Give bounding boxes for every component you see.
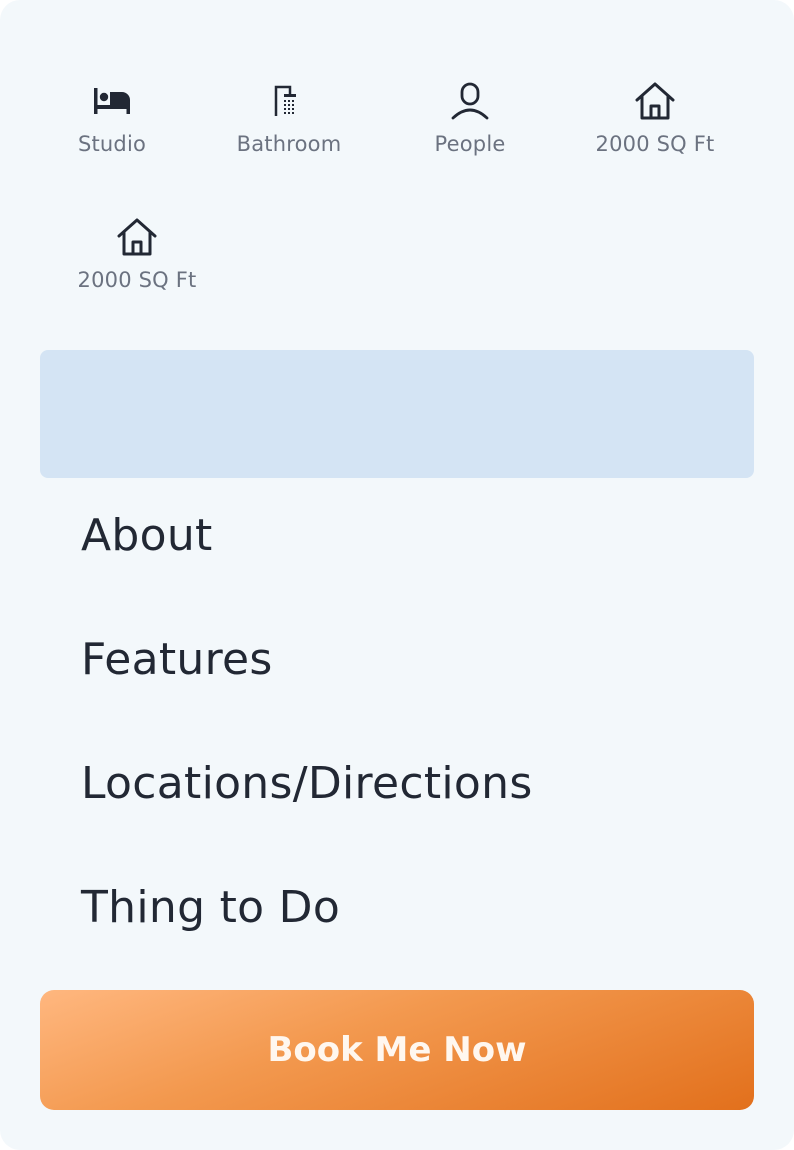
house-icon bbox=[633, 78, 677, 122]
person-icon bbox=[448, 78, 492, 122]
amenity-area-2: 2000 SQ Ft bbox=[67, 214, 207, 292]
amenity-area: 2000 SQ Ft bbox=[585, 78, 725, 156]
amenity-label: Bathroom bbox=[236, 132, 342, 156]
menu-item-about[interactable]: About bbox=[81, 510, 213, 561]
amenity-people: People bbox=[420, 78, 520, 156]
menu-item-things-to-do[interactable]: Thing to Do bbox=[81, 882, 340, 933]
amenity-studio: Studio bbox=[62, 78, 162, 156]
menu-item-locations[interactable]: Locations/Directions bbox=[81, 758, 533, 809]
amenity-bathroom: Bathroom bbox=[224, 78, 354, 156]
amenity-label: 2000 SQ Ft bbox=[77, 268, 197, 292]
amenity-label: People bbox=[434, 132, 506, 156]
amenity-label: 2000 SQ Ft bbox=[595, 132, 715, 156]
image-placeholder bbox=[40, 350, 754, 478]
details-card: Studio Bathroom People 2000 SQ Ft 2000 S… bbox=[0, 0, 794, 1150]
amenity-label: Studio bbox=[77, 132, 147, 156]
bed-icon bbox=[90, 78, 134, 122]
menu-item-features[interactable]: Features bbox=[81, 634, 273, 685]
shower-icon bbox=[267, 78, 311, 122]
book-now-button[interactable]: Book Me Now bbox=[40, 990, 754, 1110]
house-icon bbox=[115, 214, 159, 258]
